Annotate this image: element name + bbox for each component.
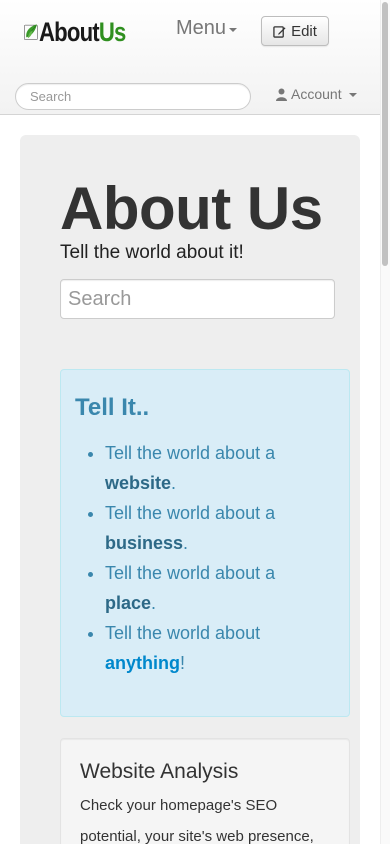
tell-it-list: Tell the world about a website. Tell the… [105,438,325,678]
edit-button[interactable]: Edit [261,16,329,46]
anything-link[interactable]: anything [105,653,180,673]
hero-search-input[interactable] [60,279,335,319]
card-text: Check your homepage's SEO potential, you… [80,797,314,844]
pencil-edit-icon [273,25,286,38]
navbar: AboutUs Menu Edit Account [0,0,390,115]
website-analysis-card: Website Analysis Check your homepage's S… [60,738,350,844]
page-title: About Us [60,175,323,242]
leaf-logo-icon [24,24,38,40]
tell-it-info-box: Tell It.. Tell the world about a website… [60,369,350,717]
caret-down-icon [229,27,238,32]
list-item: Tell the world about a business. [105,498,325,558]
site-logo[interactable]: AboutUs [24,10,144,54]
user-icon [276,88,287,101]
list-item: Tell the world about a website. [105,438,325,498]
info-heading: Tell It.. [75,394,150,421]
list-item-keyword: website [105,473,172,493]
logo-text: AboutUs [38,17,126,47]
scrollbar-thumb[interactable] [382,2,388,266]
page-subtitle: Tell the world about it! [60,242,244,263]
list-item: Tell the world about a place. [105,558,325,618]
menu-dropdown-toggle[interactable]: Menu [176,17,238,40]
edit-label: Edit [291,22,317,40]
list-item-keyword: business [105,533,184,553]
menu-label: Menu [176,17,227,39]
account-label: Account [291,86,342,102]
list-item: Tell the world about anything! [105,618,325,678]
list-item-keyword: place [105,593,152,613]
card-heading: Website Analysis [80,760,239,783]
caret-down-icon [348,93,357,97]
nav-search-input[interactable] [15,83,251,110]
account-dropdown-toggle[interactable]: Account [276,86,357,102]
